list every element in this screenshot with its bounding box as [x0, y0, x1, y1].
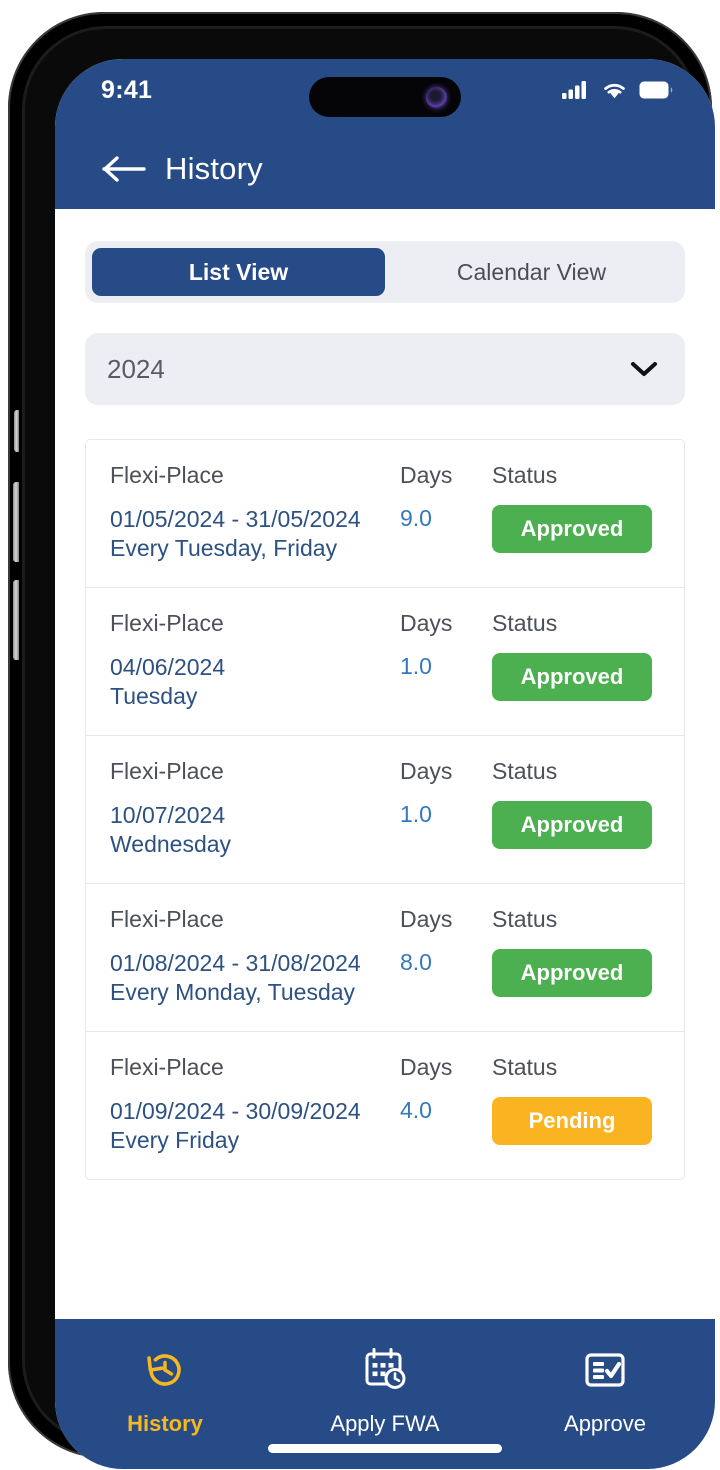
row-status-label: Status [492, 1053, 558, 1080]
nav-item-apply-fwa[interactable]: Apply FWA [300, 1343, 470, 1437]
row-date-range: 10/07/2024 [110, 801, 226, 828]
row-days-label: Days [400, 905, 453, 932]
row-days-value: 8.0 [400, 948, 432, 975]
status-badge: Pending [492, 1096, 652, 1145]
row-date-range: 01/08/2024 - 31/08/2024 [110, 949, 361, 976]
nav-label-approve: Approve [564, 1411, 646, 1436]
row-days-label: Days [400, 462, 453, 488]
status-bar-icons [562, 80, 673, 100]
row-type-label: Flexi-Place [110, 609, 224, 636]
phone-bezel: 9:41 History List View Calendar View 202… [22, 26, 715, 1469]
front-camera-icon [426, 86, 447, 108]
clock-rewind-icon [147, 1354, 181, 1386]
wifi-icon [604, 83, 625, 99]
chevron-down-icon [631, 362, 657, 376]
nav-item-history[interactable]: History [80, 1343, 250, 1437]
row-days-value: 4.0 [400, 1096, 432, 1123]
cellular-signal-icon [562, 81, 586, 99]
table-row[interactable]: Flexi-Place Days Status 01/09/2024 - 30/… [86, 1030, 684, 1179]
year-filter-dropdown[interactable]: 2024 [85, 333, 685, 405]
row-days-value: 1.0 [400, 652, 432, 679]
row-type-label: Flexi-Place [110, 757, 224, 784]
row-recurrence: Every Monday, Tuesday [110, 978, 356, 1005]
dynamic-island [309, 77, 461, 117]
table-row[interactable]: Flexi-Place Days Status 01/08/2024 - 31/… [86, 882, 684, 1031]
home-indicator[interactable] [268, 1444, 502, 1453]
volume-down-button[interactable] [13, 580, 19, 660]
row-days-label: Days [400, 609, 453, 636]
table-row[interactable]: Flexi-Place Days Status 04/06/2024 Tuesd… [86, 586, 684, 735]
row-recurrence: Wednesday [110, 830, 232, 857]
row-recurrence: Tuesday [110, 682, 198, 709]
app-header: 9:41 History [55, 59, 715, 209]
table-row[interactable]: Flexi-Place Days Status 01/05/2024 - 31/… [86, 440, 684, 587]
row-date-range: 01/05/2024 - 31/05/2024 [110, 506, 361, 532]
row-recurrence: Every Tuesday, Friday [110, 534, 338, 561]
calendar-clock-icon [365, 1348, 406, 1389]
nav-label-history: History [127, 1411, 203, 1436]
row-type-label: Flexi-Place [110, 905, 224, 932]
status-badge: Approved [492, 948, 652, 997]
row-days-label: Days [400, 757, 453, 784]
phone-frame: 9:41 History List View Calendar View 202… [8, 12, 715, 1469]
year-filter-value: 2024 [107, 353, 165, 384]
checklist-icon [585, 1353, 625, 1387]
row-status-label: Status [492, 609, 558, 636]
tab-calendar-view[interactable]: Calendar View [385, 248, 678, 296]
row-date-range: 01/09/2024 - 30/09/2024 [110, 1097, 361, 1124]
row-days-value: 1.0 [400, 800, 432, 827]
row-recurrence: Every Friday [110, 1126, 240, 1153]
phone-screen: 9:41 History List View Calendar View 202… [55, 59, 715, 1469]
status-bar-clock: 9:41 [101, 75, 153, 104]
page-title: History [165, 151, 263, 186]
main-content: List View Calendar View 2024 Flexi-Place… [55, 209, 715, 1319]
nav-item-approve[interactable]: Approve [520, 1343, 690, 1437]
status-badge: Approved [492, 652, 652, 701]
table-row[interactable]: Flexi-Place Days Status 10/07/2024 Wedne… [86, 734, 684, 883]
nav-label-apply-fwa: Apply FWA [330, 1411, 440, 1436]
row-status-label: Status [492, 905, 558, 932]
bottom-navigation: History Apply FWA Approve [55, 1319, 715, 1469]
row-days-value: 9.0 [400, 505, 432, 531]
status-badge: Approved [492, 505, 652, 553]
status-badge: Approved [492, 800, 652, 849]
row-type-label: Flexi-Place [110, 1053, 224, 1080]
history-list: Flexi-Place Days Status 01/05/2024 - 31/… [85, 439, 685, 1180]
view-toggle-group: List View Calendar View [85, 241, 685, 303]
row-days-label: Days [400, 1053, 453, 1080]
navigation-bar: History [101, 151, 263, 187]
row-date-range: 04/06/2024 [110, 653, 226, 680]
row-type-label: Flexi-Place [110, 462, 224, 488]
volume-up-button[interactable] [13, 482, 19, 562]
row-status-label: Status [492, 462, 558, 488]
back-arrow-icon[interactable] [101, 154, 147, 184]
tab-list-view[interactable]: List View [92, 248, 385, 296]
battery-icon [639, 81, 673, 99]
silent-switch[interactable] [14, 410, 19, 452]
row-status-label: Status [492, 757, 558, 784]
